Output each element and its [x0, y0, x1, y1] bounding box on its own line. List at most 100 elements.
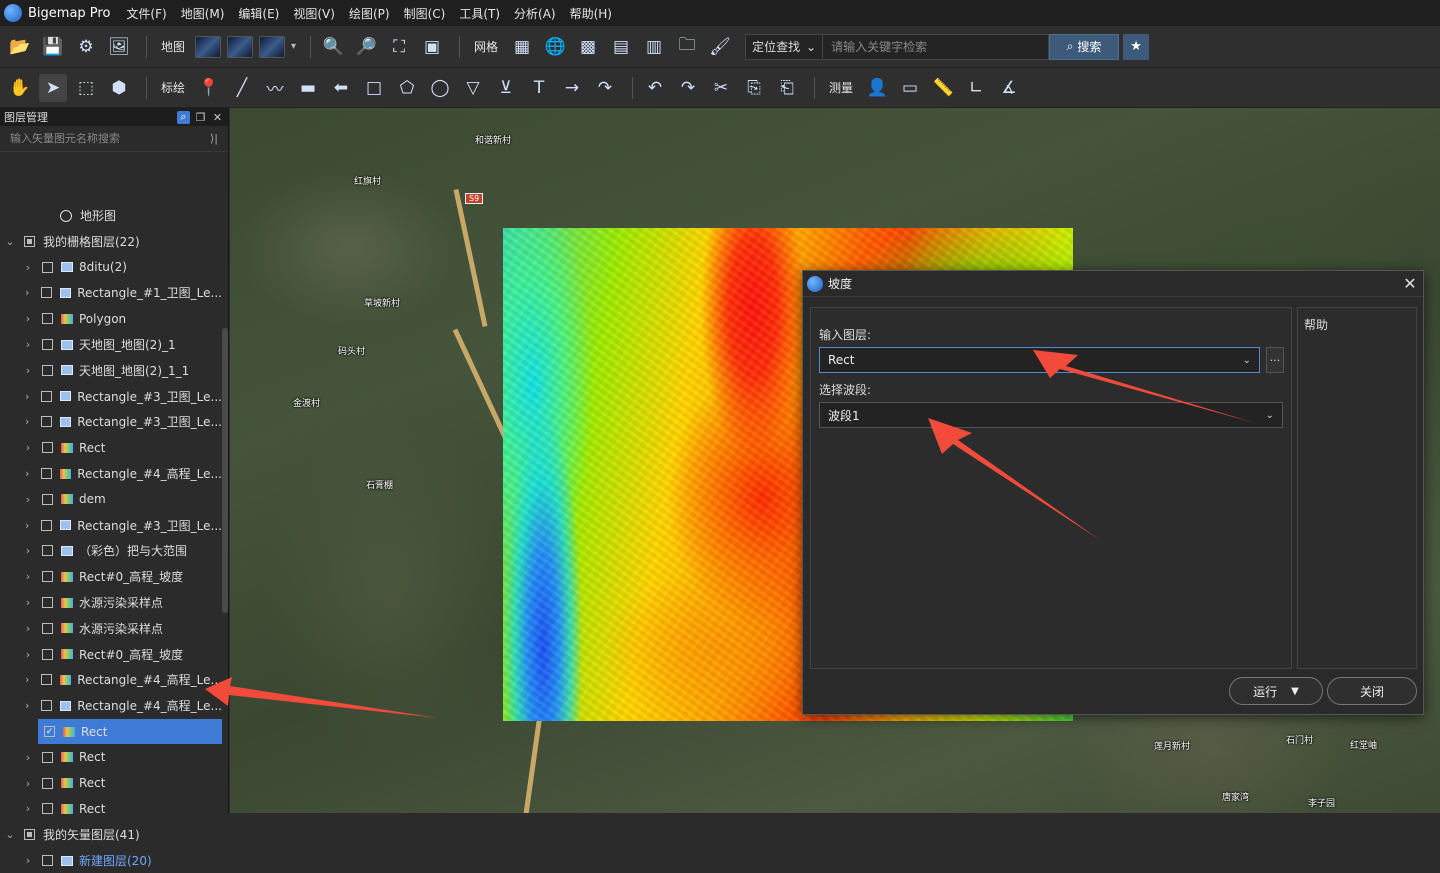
input-layer-select[interactable]: Rect ⌄ [819, 347, 1260, 373]
select-arrow-icon[interactable]: ➤ [39, 73, 67, 102]
layer-checkbox[interactable] [42, 597, 53, 608]
raster-layer-item[interactable]: › Rectangle_#3_卫图_Le... [0, 384, 222, 409]
raster-layer-item[interactable]: › （彩色）把与大范围 [0, 538, 222, 563]
expand-arrow-icon[interactable]: › [22, 312, 34, 325]
tile-grid-icon[interactable]: ▩ [574, 33, 602, 61]
expand-arrow-icon[interactable]: › [22, 751, 34, 764]
layer-checkbox[interactable] [40, 287, 52, 299]
expand-arrow-icon[interactable]: › [21, 390, 33, 403]
close-button[interactable]: 关闭 [1327, 677, 1417, 705]
raster-layer-item[interactable]: › Polygon [0, 306, 222, 331]
layer-checkbox[interactable] [42, 571, 53, 583]
menu-edit[interactable]: 编辑(E) [238, 5, 279, 22]
measure-distance-icon[interactable]: ▭ [896, 74, 924, 102]
raster-layer-item[interactable]: ✓ Rect [38, 719, 222, 744]
layer-checkbox[interactable] [40, 519, 52, 531]
expand-arrow-icon[interactable]: › [22, 364, 34, 377]
expand-arrow-icon[interactable]: › [22, 493, 34, 506]
globe-grid-icon[interactable]: 🌐 [541, 33, 569, 61]
settings-gear-icon[interactable]: ⚙ [72, 33, 100, 61]
layer-checkbox[interactable] [40, 468, 52, 479]
measure-area-icon[interactable]: 📏 [929, 74, 957, 102]
raster-layer-item[interactable]: › dem [0, 487, 222, 512]
measure-point-icon[interactable]: 👤 [863, 74, 891, 102]
expand-arrow-icon[interactable]: › [22, 854, 34, 867]
raster-layer-item[interactable]: › Rectangle_#4_高程_Le... [0, 667, 222, 692]
float-window-icon[interactable]: ❐ [194, 111, 207, 124]
raster-layer-item[interactable]: › 8ditu(2) [0, 255, 222, 280]
raster-layer-item[interactable]: › 天地图_地图(2)_1 [0, 332, 222, 357]
measure-azimuth-icon[interactable]: ∡ [995, 74, 1023, 102]
rectangle-fill-icon[interactable]: ▬ [294, 74, 322, 102]
raster-layer-item[interactable]: › Rectangle_#3_卫图_Le... [0, 409, 222, 434]
expand-arrow-icon[interactable]: › [22, 648, 34, 661]
layer-checkbox[interactable] [42, 261, 53, 273]
expand-arrow-icon[interactable]: › [22, 596, 34, 609]
raster-layer-item[interactable]: › Rectangle_#1_卫图_Le... [0, 280, 222, 305]
text-underline-icon[interactable]: ⊻ [492, 74, 520, 102]
clear-brush-icon[interactable]: 🖌 [706, 33, 734, 61]
menu-map[interactable]: 地图(M) [181, 5, 225, 22]
expand-arrow-icon[interactable]: › [21, 415, 33, 428]
expand-arrow-icon[interactable]: › [22, 622, 34, 635]
expand-arrow-icon[interactable]: › [22, 777, 34, 790]
curved-arrow-icon[interactable]: ↷ [591, 74, 619, 102]
menu-analysis[interactable]: 分析(A) [514, 5, 556, 22]
terrain-layer-item[interactable]: 地形图 [0, 203, 222, 228]
expand-arrow-icon[interactable]: › [21, 699, 33, 712]
band-select[interactable]: 波段1 ⌄ [819, 402, 1283, 428]
expand-arrow-icon[interactable]: › [22, 544, 34, 557]
layer-checkbox[interactable] [42, 777, 53, 789]
layer-checkbox[interactable] [40, 674, 52, 686]
pentagon-icon[interactable]: ⬠ [393, 74, 421, 102]
layer-checkbox[interactable]: ✓ [44, 726, 55, 737]
radio-icon[interactable] [60, 209, 72, 222]
full-extent-icon[interactable]: ▣ [418, 33, 446, 61]
run-button[interactable]: 运行 ▼ [1229, 677, 1323, 705]
raster-group-item[interactable]: ⌄ 我的栅格图层(22) [0, 229, 222, 254]
layer-checkbox[interactable] [42, 855, 53, 866]
raster-layer-item[interactable]: › Rectangle_#3_卫图_Le... [0, 513, 222, 538]
line-arrow-icon[interactable]: → [558, 74, 586, 102]
raster-layer-item[interactable]: › Rect [0, 745, 222, 770]
layer-checkbox[interactable] [42, 493, 53, 505]
expand-chevron-icon[interactable]: ⌄ [4, 235, 16, 248]
layer-checkbox[interactable] [42, 364, 53, 376]
raster-layer-item[interactable]: › Rectangle_#4_高程_Le... [0, 461, 222, 486]
circle-icon[interactable]: ◯ [426, 74, 454, 102]
vector-sublayer-item[interactable]: › 新建图层(20) [0, 848, 222, 873]
search-mode-select[interactable]: 定位查找 ⌄ [745, 33, 824, 60]
map-source-thumb-2[interactable] [227, 35, 254, 58]
paste-icon[interactable]: ⎗ [773, 74, 801, 102]
menu-view[interactable]: 视图(V) [293, 5, 335, 22]
raster-layer-item[interactable]: › 水源污染采样点 [0, 616, 222, 641]
menu-file[interactable]: 文件(F) [126, 5, 166, 22]
raster-layer-item[interactable]: › Rectangle_#4_高程_Le... [0, 693, 222, 718]
layer-checkbox[interactable] [42, 442, 53, 454]
square-icon[interactable]: □ [360, 74, 388, 102]
close-icon[interactable]: ✕ [211, 111, 224, 124]
expand-arrow-icon[interactable]: › [21, 519, 33, 532]
polyline-icon[interactable]: ╱ [228, 74, 256, 102]
grid-icon[interactable]: ▦ [508, 33, 536, 61]
mercator-grid-icon[interactable]: ▤ [607, 33, 635, 61]
folder-icon[interactable]: 🗀 [673, 33, 701, 61]
layer-tree-scrollbar[interactable] [222, 328, 228, 613]
expand-arrow-icon[interactable]: › [22, 261, 34, 274]
scissors-icon[interactable]: ✂ [707, 74, 735, 102]
raster-layer-item[interactable]: › Rect [0, 771, 222, 796]
curve-icon[interactable]: 〰 [261, 74, 289, 102]
raster-layer-item[interactable]: › 天地图_地图(2)_1_1 [0, 358, 222, 383]
redo-icon[interactable]: ↷ [674, 74, 702, 102]
layer-checkbox[interactable] [42, 751, 53, 763]
layer-checkbox[interactable] [42, 339, 53, 350]
expand-arrow-icon[interactable]: › [22, 570, 34, 583]
menu-tools[interactable]: 工具(T) [459, 5, 500, 22]
layer-checkbox[interactable] [24, 235, 35, 247]
collapse-panel-icon[interactable]: ⟩| [210, 132, 228, 145]
raster-layer-item[interactable]: › Rect [0, 796, 222, 821]
layer-checkbox[interactable] [40, 700, 52, 712]
raster-layer-item[interactable]: › 水源污染采样点 [0, 590, 222, 615]
dialog-close-icon[interactable]: ✕ [1397, 271, 1423, 297]
menu-help[interactable]: 帮助(H) [570, 5, 612, 22]
